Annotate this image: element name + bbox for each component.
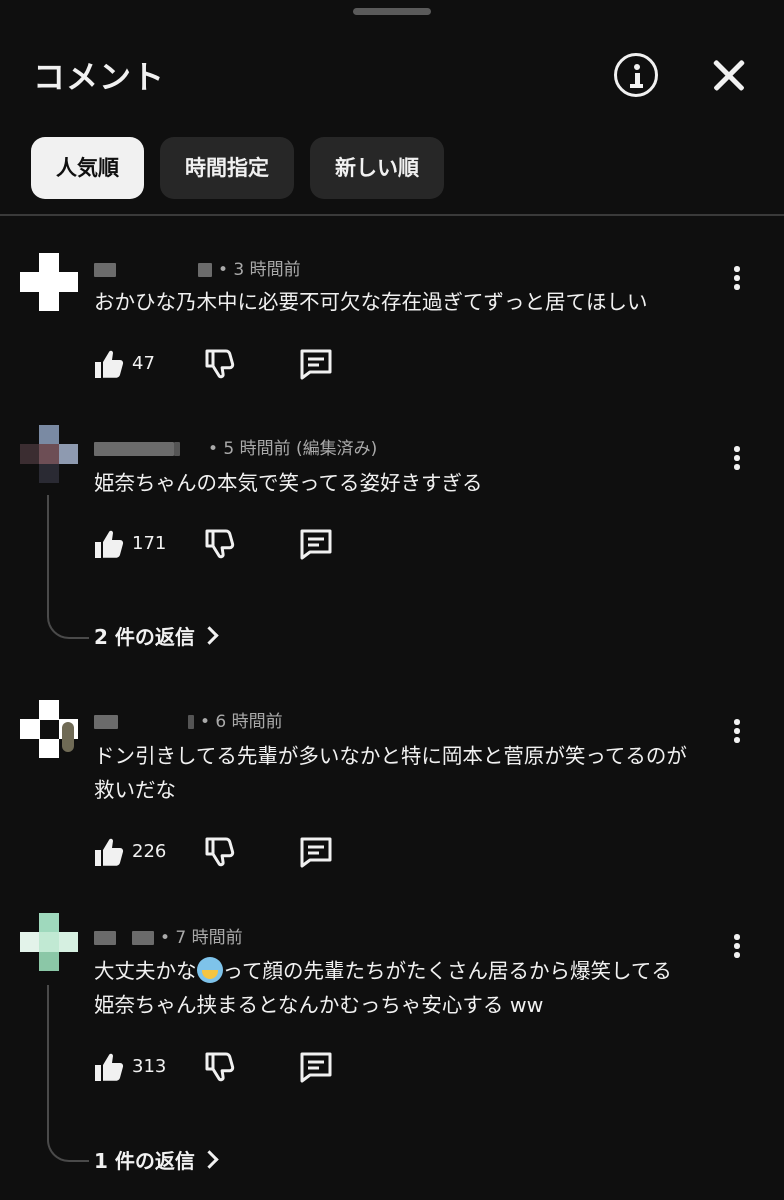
comment-text: ドン引きしてる先輩が多いなかと特に岡本と菅原が笑ってるのが 救いだな <box>94 744 687 802</box>
thumbs-down-icon[interactable] <box>202 1050 236 1084</box>
view-replies-button[interactable]: 1 件の返信 <box>94 1146 219 1176</box>
comment-meta: • 3 時間前 <box>94 258 301 282</box>
chevron-right-icon <box>200 626 219 645</box>
avatar[interactable] <box>20 425 78 483</box>
thumbs-down-icon[interactable] <box>202 347 236 381</box>
reply-comment-icon[interactable] <box>298 347 334 381</box>
thread-line <box>47 495 89 639</box>
comment-meta: • 7 時間前 <box>94 926 243 950</box>
close-icon[interactable] <box>707 53 751 97</box>
comment-text: 大丈夫かな って顔の先輩たちがたくさん居るから爆笑してる 姫奈ちゃん挟まるとなんか… <box>94 957 672 1017</box>
reply-comment-icon[interactable] <box>298 1050 334 1084</box>
filter-chip-newest[interactable]: 新しい順 <box>310 137 444 199</box>
thumbs-up-icon[interactable] <box>92 835 126 869</box>
reply-comment-icon[interactable] <box>298 527 334 561</box>
view-replies-button[interactable]: 2 件の返信 <box>94 622 219 652</box>
more-vertical-icon[interactable] <box>727 443 747 473</box>
avatar[interactable] <box>20 253 78 311</box>
like-count: 47 <box>132 353 155 374</box>
thumbs-up-icon[interactable] <box>92 347 126 381</box>
like-count: 171 <box>132 533 167 554</box>
thread-line <box>47 985 89 1162</box>
avatar[interactable] <box>20 913 78 971</box>
thumbs-up-icon[interactable] <box>92 1050 126 1084</box>
thumbs-up-icon[interactable] <box>92 527 126 561</box>
filter-chip-popular[interactable]: 人気順 <box>31 137 144 199</box>
like-count: 226 <box>132 841 167 862</box>
drag-handle[interactable] <box>353 8 431 15</box>
info-icon[interactable] <box>614 53 658 97</box>
more-vertical-icon[interactable] <box>727 716 747 746</box>
thumbs-down-icon[interactable] <box>202 835 236 869</box>
anxious-face-emoji <box>196 957 223 983</box>
comment-meta: • 5 時間前 (編集済み) <box>94 437 377 461</box>
comment-meta: • 6 時間前 <box>94 710 283 734</box>
panel-title: コメント <box>33 58 166 96</box>
filter-chip-timed[interactable]: 時間指定 <box>160 137 294 199</box>
more-vertical-icon[interactable] <box>727 931 747 961</box>
avatar[interactable] <box>20 700 78 758</box>
reply-comment-icon[interactable] <box>298 835 334 869</box>
like-count: 313 <box>132 1056 167 1077</box>
chevron-right-icon <box>200 1150 219 1169</box>
more-vertical-icon[interactable] <box>727 263 747 293</box>
comment-text: 姫奈ちゃんの本気で笑ってる姿好きすぎる <box>94 471 483 495</box>
divider <box>0 214 784 216</box>
thumbs-down-icon[interactable] <box>202 527 236 561</box>
comment-text: おかひな乃木中に必要不可欠な存在過ぎてずっと居てほしい <box>94 290 648 314</box>
